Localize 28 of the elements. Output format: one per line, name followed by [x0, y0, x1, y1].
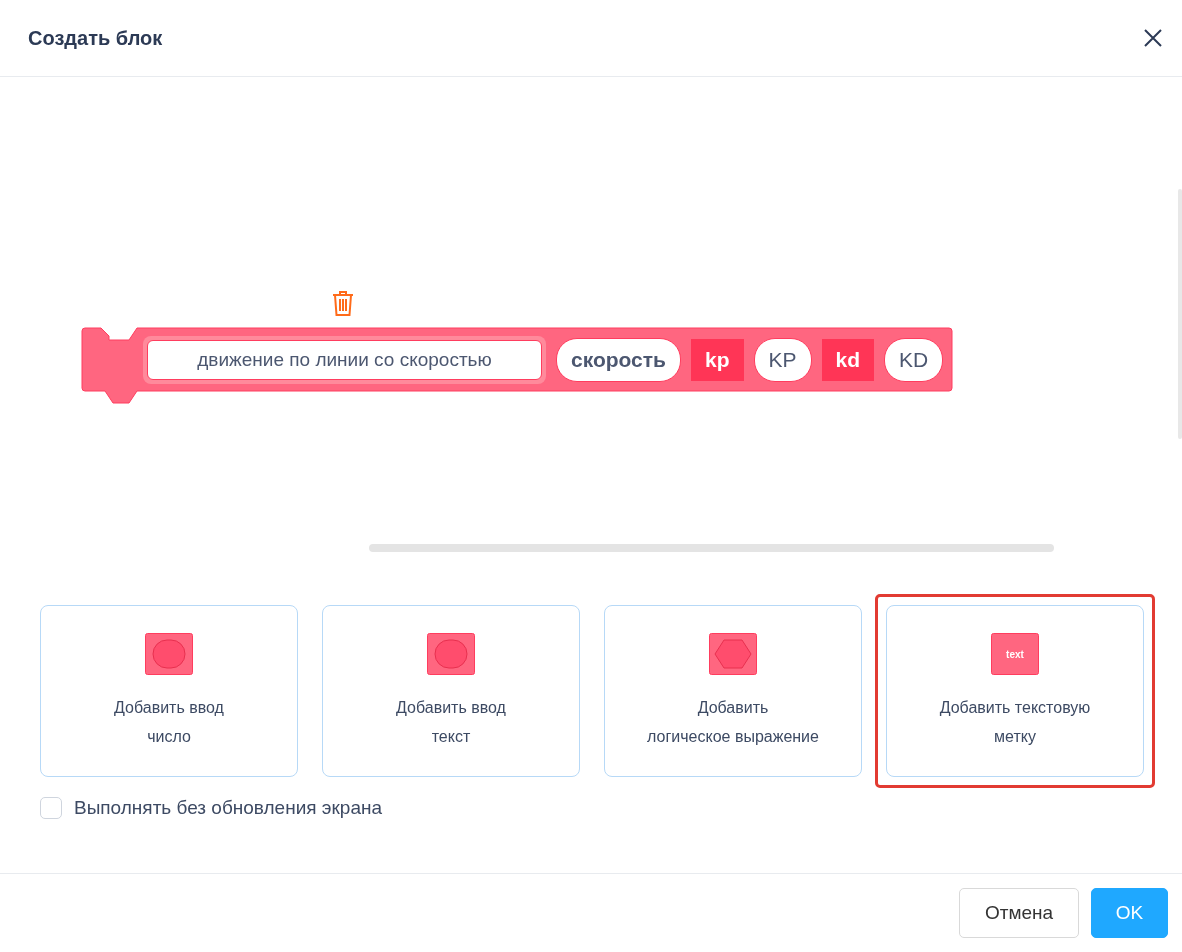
parameter-input[interactable]: скорость [556, 338, 681, 382]
icon-text: text [1006, 649, 1024, 660]
option-label: число [147, 727, 191, 747]
option-label: Добавить ввод [396, 698, 506, 718]
checkbox[interactable] [40, 797, 62, 819]
block-label[interactable]: kd [821, 339, 875, 381]
close-icon [1142, 27, 1164, 49]
add-option-card[interactable]: Добавить ввод текст [322, 605, 580, 777]
rounded-input-icon [145, 633, 193, 675]
option-label: текст [431, 727, 471, 747]
add-option-card[interactable]: Добавить логическое выражение [604, 605, 862, 777]
option-label: Добавить [697, 698, 769, 718]
rounded-input-icon [427, 633, 475, 675]
horizontal-scrollbar[interactable] [369, 544, 1054, 552]
trash-icon[interactable] [331, 290, 355, 317]
add-option-card[interactable]: text Добавить текстовую метку [886, 605, 1144, 777]
dialog-title: Создать блок [28, 26, 163, 50]
option-label: Добавить ввод [114, 698, 224, 718]
option-label: Добавить текстовую [939, 698, 1091, 718]
block-name-field[interactable]: движение по линии со скоростью [147, 340, 542, 380]
option-label: метку [994, 727, 1036, 747]
checkbox-label: Выполнять без обновления экрана [74, 797, 383, 819]
block-label[interactable]: kp [691, 339, 744, 381]
hexagon-input-icon [709, 633, 757, 675]
custom-block[interactable]: движение по линии со скоростью скорость kp KP kd KD [81, 327, 953, 404]
option-label: логическое выражение [647, 727, 819, 747]
add-option-card[interactable]: Добавить ввод число [40, 605, 298, 777]
cancel-button[interactable]: Отмена [959, 888, 1079, 938]
